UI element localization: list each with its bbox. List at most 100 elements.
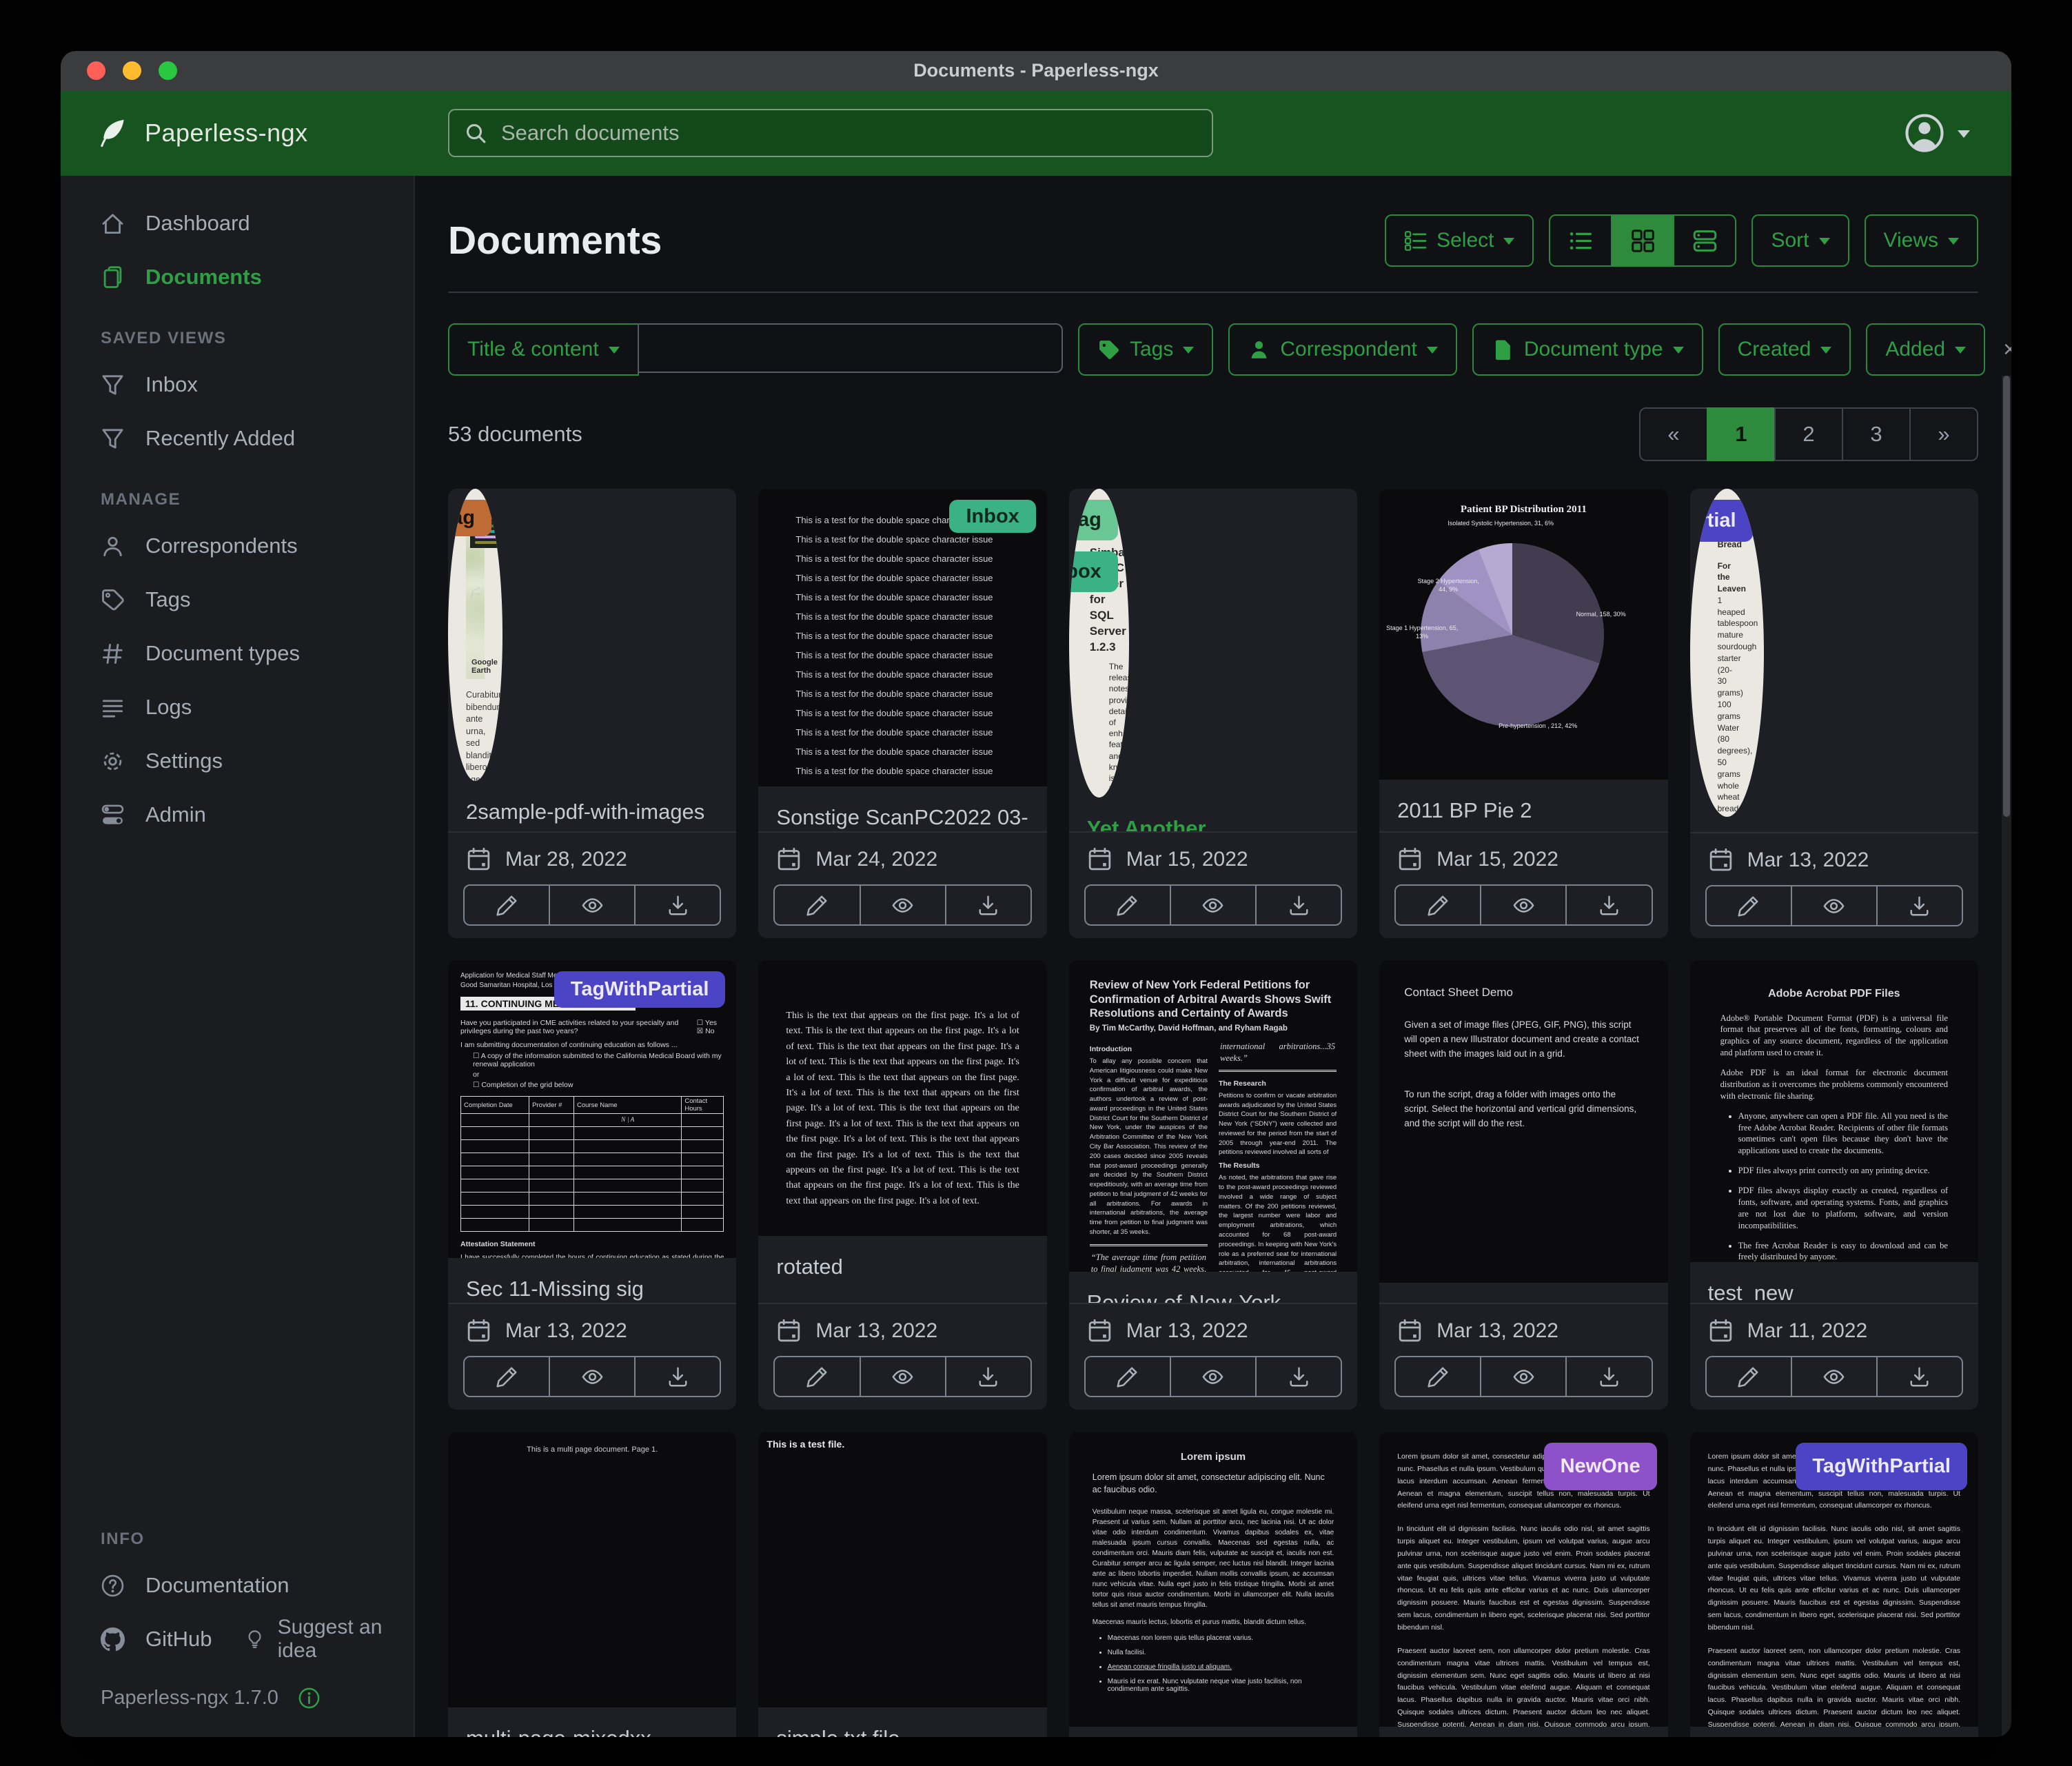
- tag-badge[interactable]: Inbox: [949, 500, 1035, 533]
- document-title[interactable]: Newest Correspondent: f_combineds: [1379, 1727, 1667, 1737]
- download-button[interactable]: [634, 886, 720, 924]
- edit-button[interactable]: [465, 1357, 549, 1396]
- pagination-page-3[interactable]: 3: [1842, 407, 1911, 461]
- download-button[interactable]: [634, 1357, 720, 1396]
- pagination-prev[interactable]: «: [1639, 407, 1708, 461]
- download-button[interactable]: [1565, 886, 1651, 924]
- document-thumbnail[interactable]: Inbox This is a test for the double spac…: [758, 489, 1046, 786]
- view-button[interactable]: [1170, 1357, 1255, 1396]
- document-title[interactable]: sample-pdf-download-10-mb-longer-title: [1690, 1727, 1978, 1737]
- sidebar-item-correspondents[interactable]: Correspondents: [61, 519, 414, 573]
- detail-view-button[interactable]: [1673, 214, 1736, 267]
- suggest-idea-link[interactable]: Suggest an idea: [245, 1616, 414, 1663]
- select-button[interactable]: Select: [1385, 214, 1534, 267]
- document-title[interactable]: rotated: [758, 1236, 1046, 1303]
- document-title[interactable]: French Country Bread Revised.docx: [1690, 817, 1978, 832]
- document-card[interactable]: Patient BP Distribution 2011 Normal, 158…: [1379, 489, 1667, 938]
- view-button[interactable]: [860, 1357, 945, 1396]
- document-title[interactable]: Sonstige ScanPC2022 03-24_081058: [758, 786, 1046, 831]
- document-thumbnail[interactable]: TagWithPartial Application for Medical S…: [448, 960, 736, 1258]
- sidebar-item-settings[interactable]: Settings: [61, 734, 414, 788]
- document-thumbnail[interactable]: Patient BP Distribution 2011 Normal, 158…: [1379, 489, 1667, 780]
- edit-button[interactable]: [1396, 886, 1480, 924]
- edit-button[interactable]: [1707, 886, 1791, 925]
- document-card[interactable]: Another Sample Tag Bo: [448, 489, 736, 938]
- minimize-button[interactable]: [123, 61, 141, 80]
- document-card[interactable]: Lorem ipsum Lorem ipsum dolor sit amet, …: [1069, 1432, 1357, 1737]
- tag-badge[interactable]: Partial Tag: [1069, 500, 1118, 540]
- download-button[interactable]: [1255, 1357, 1341, 1396]
- document-thumbnail[interactable]: TagWithPartial French Country Bread For …: [1690, 489, 1764, 817]
- sidebar-item-recently-added[interactable]: Recently Added: [61, 412, 414, 465]
- sidebar-item-document-types[interactable]: Document types: [61, 627, 414, 680]
- tag-badge[interactable]: TagWithPartial: [1690, 500, 1753, 542]
- app-brand[interactable]: Paperless-ngx: [97, 116, 400, 150]
- document-thumbnail[interactable]: This is the text that appears on the fir…: [758, 960, 1046, 1236]
- list-view-button[interactable]: [1549, 214, 1612, 267]
- filter-text-input[interactable]: [638, 323, 1063, 373]
- filter-field-button[interactable]: Title & content: [448, 323, 639, 376]
- correspondent-link[interactable]: Yet Another Correspondent: [1087, 816, 1240, 831]
- document-title[interactable]: ReadMe: [1379, 1283, 1667, 1303]
- sort-button[interactable]: Sort: [1751, 214, 1849, 267]
- pagination-page-1[interactable]: 1: [1707, 407, 1776, 461]
- document-card[interactable]: TagWithPartial French Country Bread For …: [1690, 489, 1978, 938]
- sidebar-item-logs[interactable]: Logs: [61, 680, 414, 734]
- view-button[interactable]: [549, 886, 634, 924]
- document-title[interactable]: Yet Another Correspondent: Testing Email: [1069, 798, 1357, 831]
- scrollbar[interactable]: [2002, 376, 2011, 1737]
- document-card[interactable]: TagWithPartial Application for Medical S…: [448, 960, 736, 1410]
- views-button[interactable]: Views: [1865, 214, 1978, 267]
- document-thumbnail[interactable]: Contact Sheet Demo Given a set of image …: [1379, 960, 1667, 1283]
- document-thumbnail[interactable]: Review of New York Federal Petitions for…: [1069, 960, 1357, 1272]
- sidebar-item-dashboard[interactable]: Dashboard: [61, 196, 414, 250]
- download-button[interactable]: [1565, 1357, 1651, 1396]
- sidebar-item-documents[interactable]: Documents: [61, 250, 414, 304]
- edit-button[interactable]: [1086, 1357, 1170, 1396]
- edit-button[interactable]: [465, 886, 549, 924]
- download-button[interactable]: [1876, 1357, 1962, 1396]
- document-title[interactable]: file-sample_150kBs: [1069, 1727, 1357, 1737]
- document-thumbnail[interactable]: Partial Tag Inbox Release Notes Simba OD…: [1069, 489, 1129, 798]
- edit-button[interactable]: [1707, 1357, 1791, 1396]
- global-search[interactable]: [448, 109, 1213, 157]
- edit-button[interactable]: [775, 886, 859, 924]
- document-title[interactable]: Sec 11-Missing sig: [448, 1258, 736, 1303]
- reset-filters-button[interactable]: × Reset filters: [2003, 326, 2011, 373]
- document-thumbnail[interactable]: TagWithPartial Lorem ipsum dolor sit ame…: [1690, 1432, 1978, 1727]
- sidebar-item-tags[interactable]: Tags: [61, 573, 414, 627]
- tag-badge[interactable]: TagWithPartial: [554, 971, 726, 1008]
- document-thumbnail[interactable]: This is a multi page document. Page 1.: [448, 1432, 736, 1707]
- info-circle-icon[interactable]: [298, 1687, 321, 1709]
- added-filter-button[interactable]: Added: [1866, 323, 1985, 376]
- document-card[interactable]: TagWithPartial Lorem ipsum dolor sit ame…: [1690, 1432, 1978, 1737]
- tags-filter-button[interactable]: Tags: [1078, 323, 1213, 376]
- document-card[interactable]: This is the text that appears on the fir…: [758, 960, 1046, 1410]
- download-button[interactable]: [1876, 886, 1962, 925]
- pagination-page-2[interactable]: 2: [1774, 407, 1843, 461]
- document-type-filter-button[interactable]: Document type: [1472, 323, 1703, 376]
- document-card[interactable]: NewOne Lorem ipsum dolor sit amet, conse…: [1379, 1432, 1667, 1737]
- document-thumbnail[interactable]: Adobe Acrobat PDF Files Adobe® Portable …: [1690, 960, 1978, 1262]
- document-title[interactable]: Review-of-New-York-Federal-Petitions-art…: [1069, 1272, 1357, 1303]
- view-button[interactable]: [549, 1357, 634, 1396]
- view-button[interactable]: [1480, 1357, 1565, 1396]
- document-card[interactable]: Review of New York Federal Petitions for…: [1069, 960, 1357, 1410]
- view-button[interactable]: [1791, 1357, 1876, 1396]
- document-card[interactable]: Partial Tag Inbox Release Notes Simba OD…: [1069, 489, 1357, 938]
- document-thumbnail[interactable]: Another Sample Tag Bo: [448, 489, 502, 781]
- sidebar-item-admin[interactable]: Admin: [61, 788, 414, 842]
- edit-button[interactable]: [1396, 1357, 1480, 1396]
- correspondent-filter-button[interactable]: Correspondent: [1228, 323, 1456, 376]
- sidebar-item-github[interactable]: GitHub: [61, 1612, 212, 1666]
- download-button[interactable]: [1255, 886, 1341, 924]
- search-input[interactable]: [500, 120, 1197, 146]
- tag-badge[interactable]: Inbox: [1069, 551, 1118, 592]
- user-menu[interactable]: [1904, 112, 1970, 154]
- tag-badge[interactable]: Another Sample Tag: [448, 500, 491, 536]
- document-title[interactable]: simple txt file: [758, 1707, 1046, 1737]
- view-button[interactable]: [860, 886, 945, 924]
- view-button[interactable]: [1480, 886, 1565, 924]
- sidebar-item-documentation[interactable]: Documentation: [61, 1559, 414, 1612]
- pagination-next[interactable]: »: [1909, 407, 1978, 461]
